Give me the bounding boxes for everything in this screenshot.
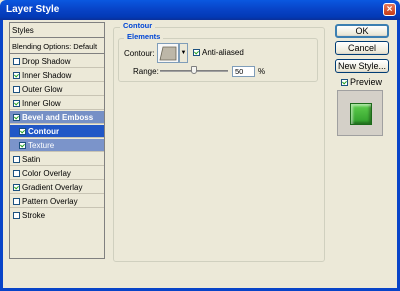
style-item-label: Color Overlay <box>22 168 71 178</box>
anti-aliased-option[interactable]: Anti-aliased <box>193 48 244 57</box>
new-style-button[interactable]: New Style... <box>335 59 389 73</box>
title-bar: Layer Style × <box>0 0 400 20</box>
style-preview <box>337 90 383 136</box>
checkbox[interactable] <box>13 183 20 191</box>
style-item-label: Inner Shadow <box>22 70 72 80</box>
range-label: Range: <box>133 67 159 76</box>
range-unit: % <box>258 67 266 76</box>
checkbox[interactable] <box>13 85 20 93</box>
style-item-label: Contour <box>28 126 60 136</box>
style-item-label: Texture <box>28 140 55 150</box>
checkbox[interactable] <box>13 155 20 163</box>
range-slider-thumb[interactable] <box>191 66 197 74</box>
checkbox[interactable] <box>13 212 20 219</box>
style-item-label: Inner Glow <box>22 98 61 108</box>
checkbox[interactable] <box>13 169 20 177</box>
checkbox[interactable] <box>13 99 20 107</box>
checkbox[interactable] <box>13 57 20 65</box>
style-item-label: Pattern Overlay <box>22 196 78 206</box>
chevron-down-icon[interactable]: ▼ <box>179 43 188 63</box>
contour-group-title: Contour <box>120 21 156 30</box>
style-item-inner-shadow[interactable]: Inner Shadow <box>10 69 104 82</box>
styles-list: Styles Blending Options: Default Drop Sh… <box>9 22 105 259</box>
style-item-label: Gradient Overlay <box>22 182 83 192</box>
style-item-label: Drop Shadow <box>22 56 71 66</box>
checkbox[interactable] <box>13 71 20 79</box>
style-item-outer-glow[interactable]: Outer Glow <box>10 83 104 96</box>
cancel-button[interactable]: Cancel <box>335 41 389 55</box>
preview-option[interactable]: Preview <box>341 77 382 87</box>
contour-curve-icon <box>159 46 177 61</box>
style-item-texture[interactable]: Texture <box>10 139 104 152</box>
checkbox[interactable] <box>19 141 26 149</box>
anti-aliased-checkbox[interactable] <box>193 49 200 56</box>
contour-picker[interactable] <box>157 43 179 63</box>
style-item-label: Stroke <box>22 211 46 220</box>
checkbox[interactable] <box>13 197 20 205</box>
anti-aliased-label: Anti-aliased <box>202 48 244 57</box>
checkbox[interactable] <box>13 113 20 121</box>
style-item-inner-glow[interactable]: Inner Glow <box>10 97 104 110</box>
style-item-color-overlay[interactable]: Color Overlay <box>10 167 104 180</box>
style-item-gradient-overlay[interactable]: Gradient Overlay <box>10 181 104 194</box>
checkbox[interactable] <box>19 127 26 135</box>
preview-swatch <box>350 103 372 125</box>
ok-button[interactable]: OK <box>335 24 389 38</box>
window-title: Layer Style <box>6 4 60 15</box>
styles-header[interactable]: Styles <box>10 23 104 38</box>
close-icon[interactable]: × <box>383 3 396 16</box>
style-item-satin[interactable]: Satin <box>10 153 104 166</box>
style-item-contour[interactable]: Contour <box>10 125 104 138</box>
style-item-label: Bevel and Emboss <box>22 112 94 122</box>
blending-options-item[interactable]: Blending Options: Default <box>10 39 104 54</box>
style-item-bevel-emboss[interactable]: Bevel and Emboss <box>10 111 104 124</box>
style-item-stroke[interactable]: Stroke <box>10 209 104 222</box>
range-input[interactable]: 50 <box>232 66 255 77</box>
contour-label: Contour: <box>124 49 155 58</box>
style-item-drop-shadow[interactable]: Drop Shadow <box>10 55 104 68</box>
style-item-pattern-overlay[interactable]: Pattern Overlay <box>10 195 104 208</box>
style-item-label: Outer Glow <box>22 84 63 94</box>
preview-checkbox[interactable] <box>341 78 348 86</box>
elements-group-title: Elements <box>124 32 164 41</box>
style-item-label: Satin <box>22 154 41 164</box>
preview-label: Preview <box>350 77 383 87</box>
